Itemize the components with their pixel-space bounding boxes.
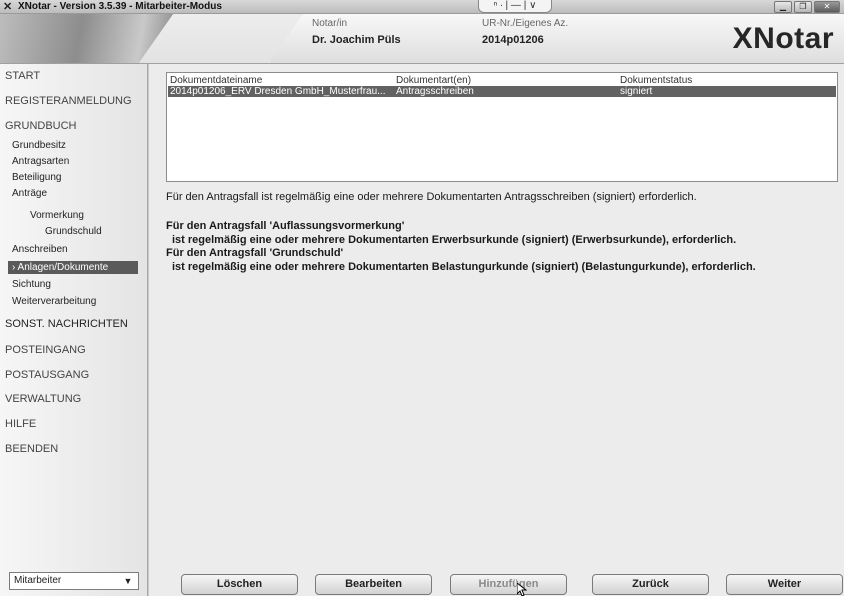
column-header-dokumentart[interactable]: Dokumentart(en) — [396, 75, 471, 86]
chevron-down-icon[interactable]: ▼ — [121, 573, 135, 589]
nav-grundbuch[interactable]: GRUNDBUCH — [5, 120, 77, 132]
nav-vormerkung[interactable]: Vormerkung — [30, 210, 84, 221]
title-bar: ✕ XNotar - Version 3.5.39 - Mitarbeiter-… — [0, 0, 844, 14]
cell-dateiname: 2014p01206_ERV Dresden GmbH_Musterfrau..… — [170, 86, 386, 97]
nav-beteiligung[interactable]: Beteiligung — [12, 172, 61, 183]
minimize-icon[interactable]: ▁ — [774, 1, 792, 13]
nav-postausgang[interactable]: POSTAUSGANG — [5, 369, 89, 381]
notar-value: Dr. Joachim Püls — [312, 34, 401, 46]
cell-status: signiert — [620, 86, 653, 97]
loeschen-button[interactable]: Löschen — [181, 574, 298, 595]
close-icon[interactable]: ✕ — [814, 1, 840, 13]
mouse-cursor-icon — [517, 583, 527, 596]
bearbeiten-button[interactable]: Bearbeiten — [315, 574, 432, 595]
nav-beenden[interactable]: BEENDEN — [5, 443, 58, 455]
nav-grundschuld[interactable]: Grundschuld — [45, 226, 102, 237]
app-icon: ✕ — [3, 1, 13, 13]
window-layout-indicator[interactable]: ⁿ ∙ | — | ∨ — [478, 0, 552, 13]
nav-grundbesitz[interactable]: Grundbesitz — [12, 140, 66, 151]
nav-antragsarten[interactable]: Antragsarten — [12, 156, 69, 167]
column-header-dateiname[interactable]: Dokumentdateiname — [170, 75, 262, 86]
nav-start[interactable]: START — [5, 70, 40, 82]
nav-registeranmeldung[interactable]: REGISTERANMELDUNG — [5, 95, 132, 107]
nav-sonst-nachrichten[interactable]: SONST. NACHRICHTEN — [5, 318, 128, 330]
sidebar-navigation: START REGISTERANMELDUNG GRUNDBUCH Grundb… — [0, 64, 148, 596]
main-content: Dokumentdateiname Dokumentart(en) Dokume… — [149, 64, 844, 596]
maximize-icon[interactable]: ❐ — [794, 1, 812, 13]
nav-anschreiben[interactable]: Anschreiben — [12, 244, 68, 255]
ur-number-label: UR-Nr./Eigenes Az. — [482, 18, 569, 29]
table-row[interactable]: 2014p01206_ERV Dresden GmbH_Musterfrau..… — [168, 86, 836, 97]
antragsfall-heading-auflassung: Für den Antragsfall 'Auflassungsvormerku… — [166, 220, 405, 232]
nav-anlagen-dokumente[interactable]: › Anlagen/Dokumente — [8, 261, 138, 274]
role-select-value: Mitarbeiter — [14, 575, 62, 586]
header-banner-image — [0, 14, 270, 63]
requirement-grundschuld: ist regelmäßig eine oder mehrere Dokumen… — [172, 261, 756, 273]
requirement-auflassung: ist regelmäßig eine oder mehrere Dokumen… — [172, 234, 737, 246]
window-controls: ▁ ❐ ✕ — [774, 1, 840, 13]
nav-posteingang[interactable]: POSTEINGANG — [5, 344, 86, 356]
nav-hilfe[interactable]: HILFE — [5, 418, 36, 430]
weiter-button[interactable]: Weiter — [726, 574, 843, 595]
notar-label: Notar/in — [312, 18, 348, 29]
nav-sichtung[interactable]: Sichtung — [12, 279, 51, 290]
nav-verwaltung[interactable]: VERWALTUNG — [5, 393, 81, 405]
xnotar-logo: XNotar — [732, 22, 834, 55]
requirement-message: Für den Antragsfall ist regelmäßig eine … — [166, 191, 697, 203]
app-header: Notar/in Dr. Joachim Püls UR-Nr./Eigenes… — [0, 14, 844, 64]
ur-number-value: 2014p01206 — [482, 34, 544, 46]
window-title: XNotar - Version 3.5.39 - Mitarbeiter-Mo… — [18, 1, 222, 12]
nav-antraege[interactable]: Anträge — [12, 188, 47, 199]
zurueck-button[interactable]: Zurück — [592, 574, 709, 595]
nav-weiterverarbeitung[interactable]: Weiterverarbeitung — [12, 296, 96, 307]
column-header-status[interactable]: Dokumentstatus — [620, 75, 692, 86]
antragsfall-heading-grundschuld: Für den Antragsfall 'Grundschuld' — [166, 247, 344, 259]
role-select[interactable]: Mitarbeiter ▼ — [9, 572, 139, 590]
hinzufuegen-button[interactable]: Hinzufügen — [450, 574, 567, 595]
document-table: Dokumentdateiname Dokumentart(en) Dokume… — [166, 72, 838, 182]
cell-dokumentart: Antragsschreiben — [396, 86, 474, 97]
